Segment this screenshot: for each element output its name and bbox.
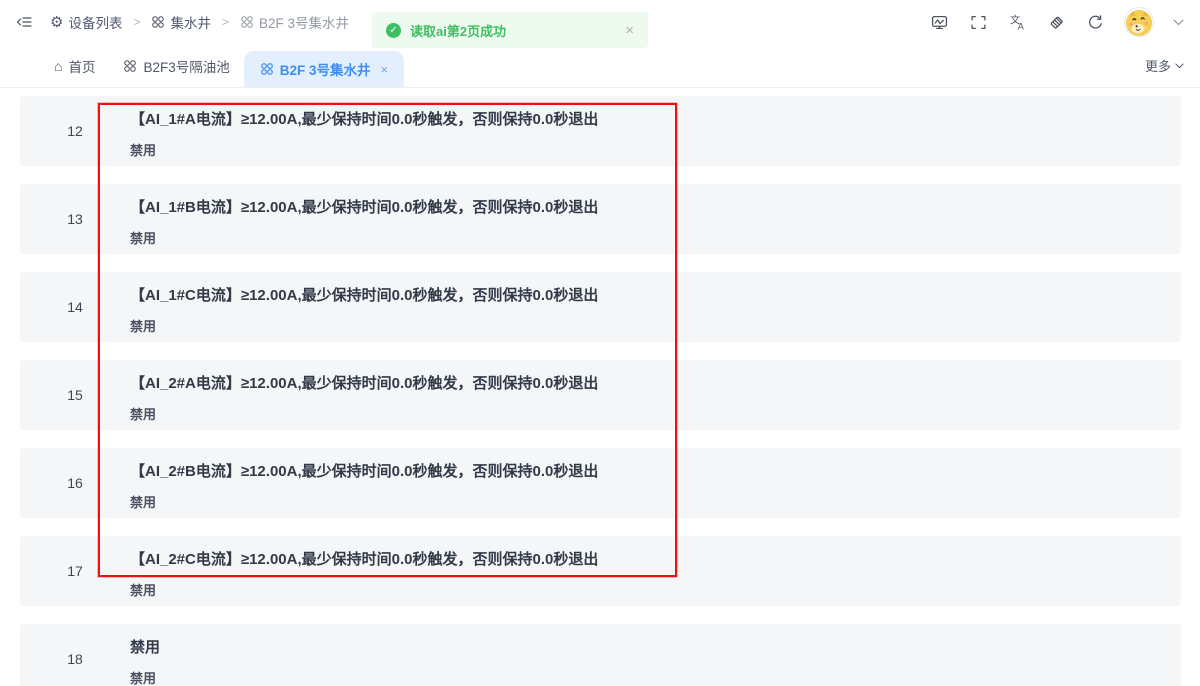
rule-status: 禁用	[130, 140, 598, 159]
grid-icon	[260, 62, 274, 76]
table-row[interactable]: 17 【AI_2#C电流】≥12.00A,最少保持时间0.0秒触发，否则保持0.…	[20, 536, 1181, 606]
rule-list: 12 【AI_1#A电流】≥12.00A,最少保持时间0.0秒触发，否则保持0.…	[20, 96, 1181, 686]
row-body: 【AI_1#A电流】≥12.00A,最少保持时间0.0秒触发，否则保持0.0秒退…	[130, 96, 598, 166]
row-index: 12	[20, 96, 130, 166]
table-row[interactable]: 15 【AI_2#A电流】≥12.00A,最少保持时间0.0秒触发，否则保持0.…	[20, 360, 1181, 430]
rule-text: 【AI_1#B电流】≥12.00A,最少保持时间0.0秒触发，否则保持0.0秒退…	[130, 197, 598, 219]
table-row[interactable]: 13 【AI_1#B电流】≥12.00A,最少保持时间0.0秒触发，否则保持0.…	[20, 184, 1181, 254]
rule-status: 禁用	[130, 228, 598, 247]
header-actions: 文 A	[929, 7, 1184, 37]
breadcrumb: ⚙ 设备列表 > 集水井 > B2F 3号集水井	[16, 12, 349, 32]
tab-home[interactable]: ⌂ 首页	[40, 44, 109, 87]
row-body: 【AI_1#B电流】≥12.00A,最少保持时间0.0秒触发，否则保持0.0秒退…	[130, 184, 598, 254]
rule-status: 禁用	[130, 580, 598, 599]
rule-text: 【AI_1#C电流】≥12.00A,最少保持时间0.0秒触发，否则保持0.0秒退…	[130, 285, 598, 307]
refresh-icon[interactable]	[1085, 12, 1105, 32]
row-index: 18	[20, 624, 130, 686]
row-body: 【AI_1#C电流】≥12.00A,最少保持时间0.0秒触发，否则保持0.0秒退…	[130, 272, 598, 342]
row-body: 禁用 禁用	[130, 624, 160, 686]
tabs-more-button[interactable]: 更多	[1145, 44, 1184, 87]
breadcrumb-label: 集水井	[170, 12, 211, 32]
gear-icon: ⚙	[50, 15, 63, 30]
translate-icon[interactable]: 文 A	[1007, 12, 1027, 32]
toast-close-icon[interactable]: ×	[625, 22, 634, 39]
table-row[interactable]: 18 禁用 禁用	[20, 624, 1181, 686]
monitor-chart-icon[interactable]	[929, 12, 949, 32]
tab-label: B2F 3号集水井	[280, 59, 371, 79]
breadcrumb-label: B2F 3号集水井	[259, 12, 349, 32]
row-index: 15	[20, 360, 130, 430]
row-index: 14	[20, 272, 130, 342]
rule-status: 禁用	[130, 316, 598, 335]
rule-status: 禁用	[130, 404, 598, 423]
user-menu-chevron-down-icon[interactable]	[1173, 19, 1184, 26]
row-body: 【AI_2#A电流】≥12.00A,最少保持时间0.0秒触发，否则保持0.0秒退…	[130, 360, 598, 430]
svg-text:A: A	[1017, 21, 1023, 31]
rule-text: 【AI_2#C电流】≥12.00A,最少保持时间0.0秒触发，否则保持0.0秒退…	[130, 549, 598, 571]
breadcrumb-device-list[interactable]: ⚙ 设备列表	[50, 12, 122, 32]
breadcrumb-sump[interactable]: 集水井	[151, 12, 211, 32]
rule-list-panel: 12 【AI_1#A电流】≥12.00A,最少保持时间0.0秒触发，否则保持0.…	[0, 88, 1200, 686]
row-body: 【AI_2#B电流】≥12.00A,最少保持时间0.0秒触发，否则保持0.0秒退…	[130, 448, 598, 518]
tab-sump-b2f3[interactable]: B2F 3号集水井 ×	[244, 51, 404, 87]
rule-text: 【AI_2#A电流】≥12.00A,最少保持时间0.0秒触发，否则保持0.0秒退…	[130, 373, 598, 395]
chevron-down-icon	[1175, 63, 1184, 69]
table-row[interactable]: 12 【AI_1#A电流】≥12.00A,最少保持时间0.0秒触发，否则保持0.…	[20, 96, 1181, 166]
row-body: 【AI_2#C电流】≥12.00A,最少保持时间0.0秒触发，否则保持0.0秒退…	[130, 536, 598, 606]
row-index: 17	[20, 536, 130, 606]
tab-grease-trap[interactable]: B2F3号隔油池	[109, 44, 243, 87]
tab-label: 首页	[68, 56, 95, 76]
breadcrumb-separator: >	[133, 15, 140, 29]
grid-icon	[151, 15, 165, 29]
fullscreen-icon[interactable]	[968, 12, 988, 32]
breadcrumb-current-device: B2F 3号集水井	[240, 12, 349, 32]
grid-icon	[240, 15, 254, 29]
top-header: ⚙ 设备列表 > 集水井 > B2F 3号集水井	[0, 0, 1200, 44]
tab-close-icon[interactable]: ×	[381, 62, 389, 77]
success-check-icon: ✓	[386, 23, 401, 38]
tab-bar: ⌂ 首页 B2F3号隔油池 B2F 3号集水井 × 更多	[0, 44, 1200, 88]
breadcrumb-label: 设备列表	[68, 12, 122, 32]
more-label: 更多	[1145, 56, 1171, 75]
tab-label: B2F3号隔油池	[143, 56, 229, 76]
sidebar-collapse-icon[interactable]	[16, 14, 32, 30]
toast-message: 读取ai第2页成功	[410, 21, 506, 40]
table-row[interactable]: 16 【AI_2#B电流】≥12.00A,最少保持时间0.0秒触发，否则保持0.…	[20, 448, 1181, 518]
row-index: 16	[20, 448, 130, 518]
grid-icon	[123, 59, 137, 73]
user-avatar[interactable]	[1124, 7, 1154, 37]
rule-status: 禁用	[130, 668, 160, 686]
success-toast: ✓ 读取ai第2页成功 ×	[372, 12, 648, 48]
rule-text: 禁用	[130, 637, 160, 659]
breadcrumb-separator: >	[222, 15, 229, 29]
rule-text: 【AI_1#A电流】≥12.00A,最少保持时间0.0秒触发，否则保持0.0秒退…	[130, 109, 598, 131]
theme-skin-icon[interactable]	[1046, 12, 1066, 32]
rule-status: 禁用	[130, 492, 598, 511]
rule-text: 【AI_2#B电流】≥12.00A,最少保持时间0.0秒触发，否则保持0.0秒退…	[130, 461, 598, 483]
home-icon: ⌂	[54, 59, 62, 73]
table-row[interactable]: 14 【AI_1#C电流】≥12.00A,最少保持时间0.0秒触发，否则保持0.…	[20, 272, 1181, 342]
row-index: 13	[20, 184, 130, 254]
